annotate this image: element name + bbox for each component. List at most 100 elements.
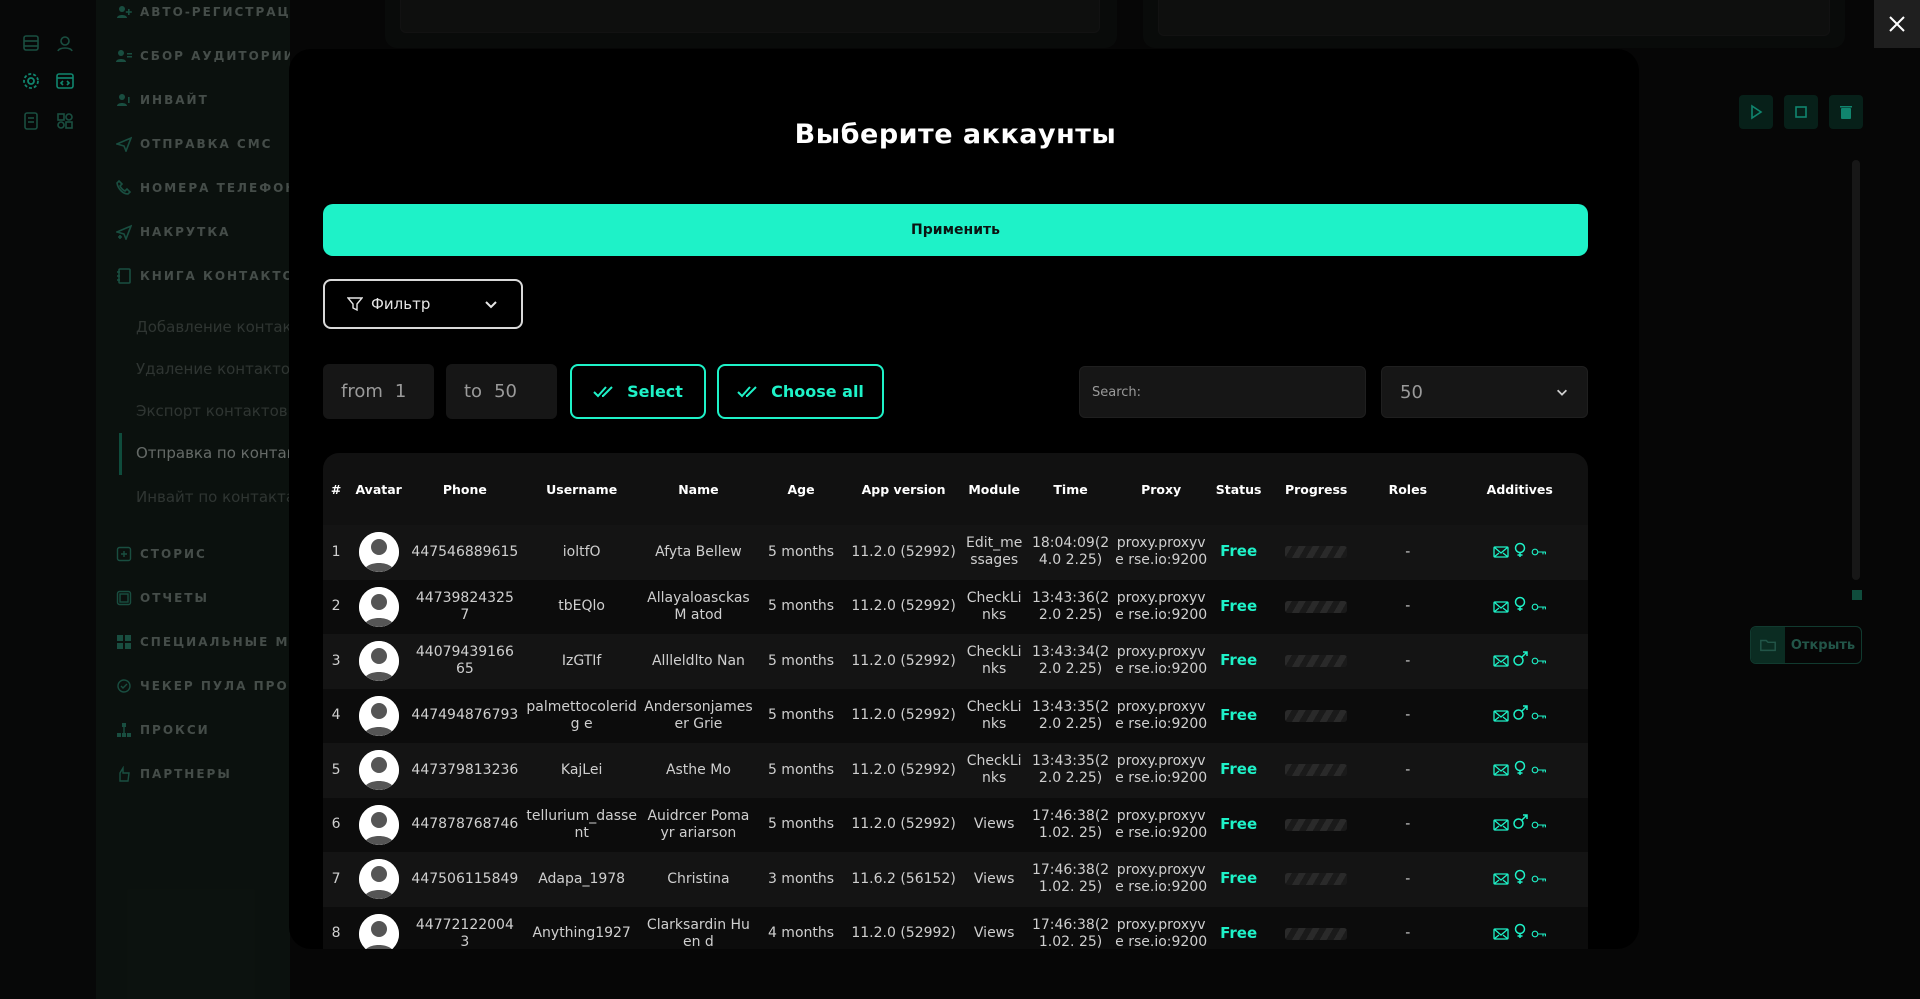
- app-version-cell: 11.2.0 (52992): [846, 688, 961, 743]
- app-version-cell: 11.6.2 (56152): [846, 852, 961, 907]
- module-cell: Views: [960, 906, 1028, 949]
- column-header[interactable]: Roles: [1364, 453, 1451, 525]
- table-row[interactable]: 8 44772122004 3 Anything1927 Clarksardin…: [323, 906, 1588, 949]
- female-icon[interactable]: [1512, 760, 1528, 781]
- column-header[interactable]: Avatar: [349, 453, 408, 525]
- table-row[interactable]: 6 447878768746 tellurium_dassent Auidrce…: [323, 797, 1588, 852]
- search-input[interactable]: [1092, 384, 1365, 400]
- row-number: 5: [323, 743, 350, 798]
- progress-bar: [1285, 927, 1348, 940]
- additives-cell: [1451, 688, 1588, 743]
- column-header[interactable]: Time: [1028, 453, 1113, 525]
- additives-cell: [1451, 852, 1588, 907]
- avatar-cell: [349, 743, 409, 798]
- column-header[interactable]: App version: [847, 453, 961, 525]
- proxy-cell: proxy.proxyve rse.io:9200: [1113, 797, 1210, 852]
- mail-icon[interactable]: [1493, 871, 1509, 887]
- apply-button[interactable]: Применить: [323, 204, 1588, 256]
- table-row[interactable]: 7 447506115849 Adapa_1978 Christina 3 mo…: [323, 852, 1588, 907]
- avatar: [358, 913, 399, 949]
- age-cell: 5 months: [755, 797, 847, 852]
- time-cell: 17:46:38(21.02. 25): [1028, 906, 1114, 949]
- phone-cell: 44772122004 3: [408, 906, 522, 949]
- search-field[interactable]: [1079, 366, 1366, 418]
- to-value: 50: [494, 381, 517, 402]
- mail-icon[interactable]: [1493, 708, 1509, 724]
- table-row[interactable]: 1 447546889615 ioltfO Afyta Bellew 5 mon…: [323, 525, 1588, 580]
- key-icon[interactable]: [1531, 708, 1547, 724]
- column-header[interactable]: Additives: [1451, 453, 1588, 525]
- mail-icon[interactable]: [1493, 599, 1509, 615]
- column-header[interactable]: Status: [1209, 453, 1268, 525]
- key-icon[interactable]: [1531, 817, 1547, 833]
- column-header[interactable]: Age: [755, 453, 847, 525]
- table-row[interactable]: 4 447494876793 palmettocoleridg e Anders…: [323, 688, 1588, 743]
- male-icon[interactable]: [1512, 651, 1528, 672]
- range-from-input[interactable]: from 1: [323, 364, 434, 419]
- default-avatar-icon: [358, 859, 399, 900]
- filter-dropdown[interactable]: Фильтр: [323, 279, 523, 329]
- row-number: 6: [323, 797, 350, 852]
- mail-icon[interactable]: [1493, 544, 1509, 560]
- status-cell: Free: [1209, 579, 1269, 634]
- key-icon[interactable]: [1531, 599, 1547, 615]
- mail-icon[interactable]: [1493, 817, 1509, 833]
- row-number: 3: [323, 634, 350, 689]
- module-cell: CheckLi nks: [960, 688, 1028, 743]
- male-icon[interactable]: [1512, 705, 1528, 726]
- avatar-cell: [349, 579, 409, 634]
- username-cell: Anything1927: [521, 906, 642, 949]
- mail-icon[interactable]: [1493, 653, 1509, 669]
- modal-title: Выберите аккаунты: [794, 119, 1117, 150]
- time-cell: 13:43:36(22.0 2.25): [1028, 579, 1114, 634]
- female-icon[interactable]: [1512, 923, 1528, 944]
- column-header[interactable]: Module: [960, 453, 1028, 525]
- range-to-input[interactable]: to 50: [446, 364, 557, 419]
- mail-icon[interactable]: [1493, 926, 1509, 942]
- name-cell: Afyta Bellew: [641, 525, 756, 580]
- column-header[interactable]: Progress: [1268, 453, 1364, 525]
- female-icon[interactable]: [1512, 542, 1528, 563]
- phone-cell: 447546889615: [408, 525, 522, 580]
- table-row[interactable]: 2 44739824325 7 tbEQlo Allayaloasckas M …: [323, 579, 1588, 634]
- key-icon[interactable]: [1531, 544, 1547, 560]
- double-check-icon: [593, 385, 613, 397]
- choose-all-button[interactable]: Choose all: [717, 364, 884, 419]
- module-cell: Views: [960, 852, 1028, 907]
- age-cell: 4 months: [755, 906, 847, 949]
- table-row[interactable]: 5 447379813236 KajLei Asthe Mo 5 months …: [323, 743, 1588, 798]
- status-badge: Free: [1220, 814, 1258, 833]
- column-header[interactable]: Name: [642, 453, 756, 525]
- time-cell: 18:04:09(24.0 2.25): [1028, 525, 1114, 580]
- column-header[interactable]: #: [323, 453, 349, 525]
- key-icon[interactable]: [1531, 653, 1547, 669]
- name-cell: Allleldlto Nan: [641, 634, 756, 689]
- key-icon[interactable]: [1531, 926, 1547, 942]
- select-button[interactable]: Select: [570, 364, 706, 419]
- column-header[interactable]: Proxy: [1113, 453, 1209, 525]
- key-icon[interactable]: [1531, 762, 1547, 778]
- table-row[interactable]: 3 44079439166 65 IzGTIf Allleldlto Nan 5…: [323, 634, 1588, 689]
- time-cell: 13:43:35(22.0 2.25): [1028, 743, 1114, 798]
- username-cell: tbEQlo: [521, 579, 642, 634]
- column-header[interactable]: Phone: [408, 453, 522, 525]
- avatar-cell: [349, 634, 409, 689]
- proxy-cell: proxy.proxyve rse.io:9200: [1113, 688, 1210, 743]
- avatar: [358, 586, 399, 627]
- key-icon[interactable]: [1531, 871, 1547, 887]
- female-icon[interactable]: [1512, 869, 1528, 890]
- status-cell: Free: [1209, 797, 1269, 852]
- progress-cell: [1268, 525, 1365, 580]
- row-number: 7: [323, 852, 350, 907]
- name-cell: Auidrcer Pomayr ariarson: [641, 797, 756, 852]
- close-button[interactable]: [1874, 0, 1920, 48]
- status-cell: Free: [1209, 743, 1269, 798]
- progress-bar: [1285, 600, 1348, 613]
- column-header[interactable]: Username: [522, 453, 642, 525]
- per-page-select[interactable]: 50: [1381, 366, 1588, 418]
- mail-icon[interactable]: [1493, 762, 1509, 778]
- male-icon[interactable]: [1512, 814, 1528, 835]
- select-accounts-modal: Выберите аккаунты Применить Фильтр from …: [289, 49, 1639, 949]
- time-cell: 17:46:38(21.02. 25): [1028, 797, 1114, 852]
- female-icon[interactable]: [1512, 596, 1528, 617]
